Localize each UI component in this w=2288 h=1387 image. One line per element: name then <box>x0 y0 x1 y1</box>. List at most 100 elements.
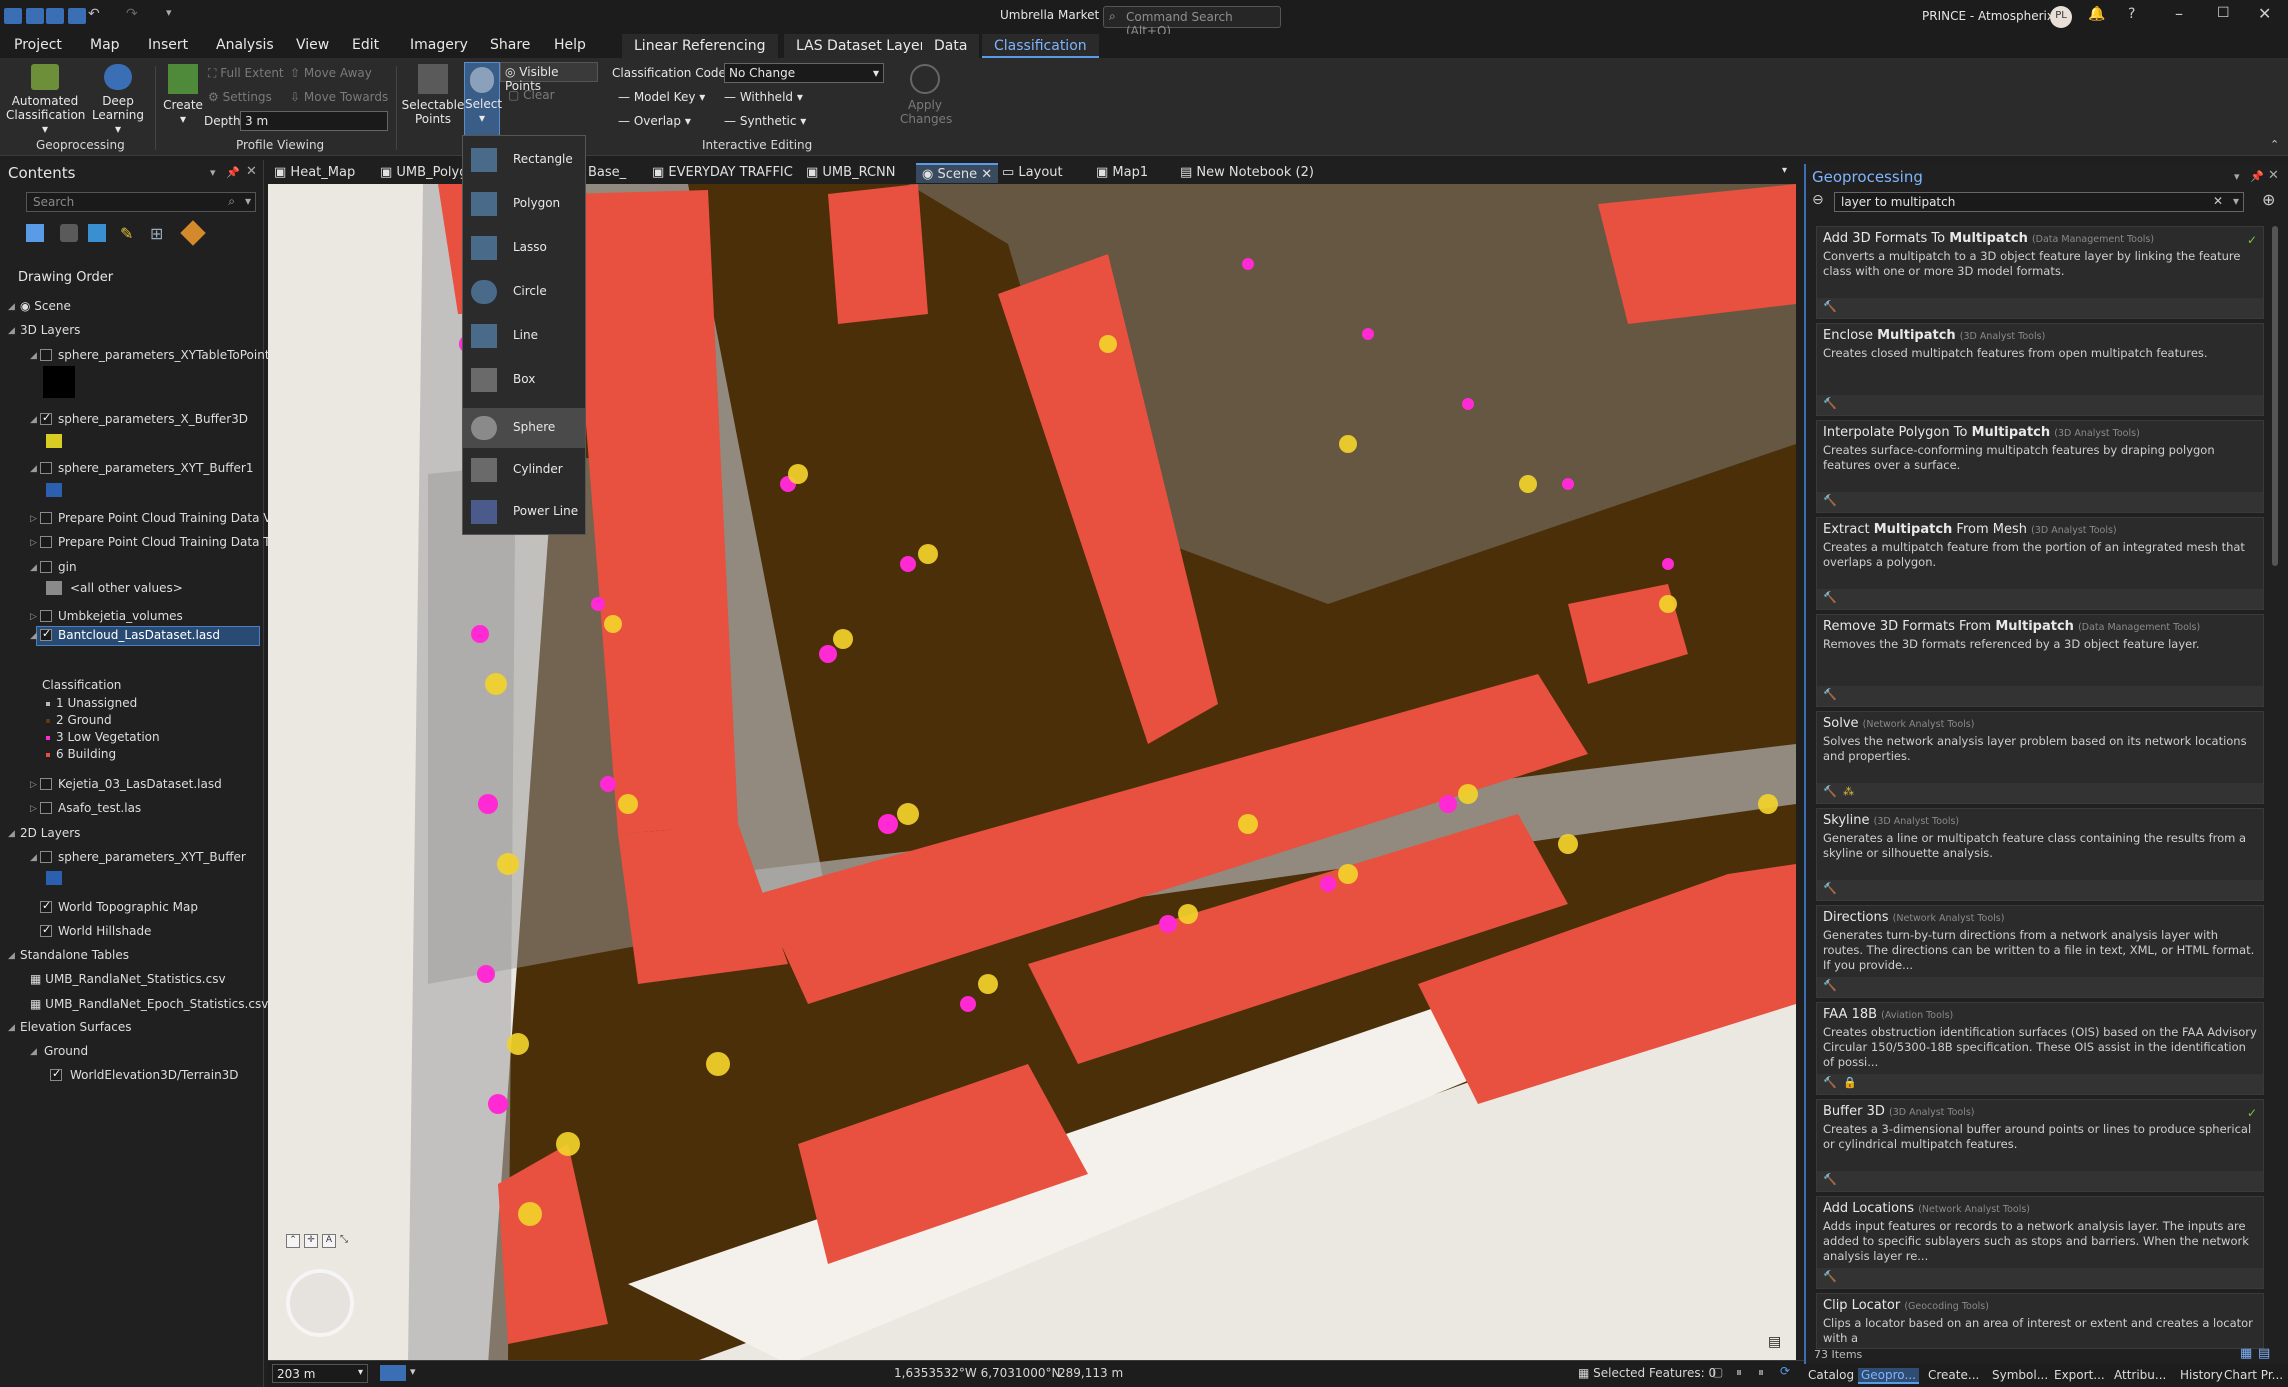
tab-las-dataset-layer[interactable]: LAS Dataset Layer <box>784 34 938 58</box>
model-key-button[interactable]: — Model Key ▾ <box>618 90 705 104</box>
expand-icon[interactable]: ▷ <box>30 514 37 524</box>
clear-search-icon[interactable]: ✕ <box>2213 194 2223 208</box>
tab-help[interactable]: Help <box>554 37 586 53</box>
dock-tab-symbology[interactable]: Symbol... <box>1992 1368 2048 1382</box>
layer-gin[interactable]: gin <box>58 560 77 574</box>
menu-item-box[interactable]: Box <box>463 360 585 400</box>
view-tab-base[interactable]: Base_ <box>588 163 626 183</box>
layer-sphere-x-buffer3d[interactable]: sphere_parameters_X_Buffer3D <box>58 412 248 426</box>
menu-item-lasso[interactable]: Lasso <box>463 228 585 268</box>
classification-code-select[interactable]: No Change ▾ <box>724 63 884 83</box>
view-tab-new-notebook[interactable]: ▤ New Notebook (2) <box>1180 163 1314 183</box>
notifications-icon[interactable]: 🔔 <box>2088 6 2105 22</box>
snapping-icon[interactable]: ⊞ <box>150 224 163 243</box>
layer-world-elevation-terrain[interactable]: WorldElevation3D/Terrain3D <box>70 1068 239 1082</box>
layer-sphere-xyt-buffer1[interactable]: sphere_parameters_XYT_Buffer1 <box>58 461 253 475</box>
chevron-down-icon[interactable]: ▾ <box>410 1365 416 1378</box>
layer-visibility-checkbox[interactable] <box>40 851 52 863</box>
expand-icon[interactable]: ◢ <box>8 302 15 312</box>
tab-analysis[interactable]: Analysis <box>216 37 274 53</box>
dock-tab-catalog[interactable]: Catalog <box>1808 1368 1854 1382</box>
tool-result-add-3d-formats[interactable]: Add 3D Formats To Multipatch (Data Manag… <box>1816 226 2264 319</box>
layer-visibility-checkbox[interactable] <box>40 349 52 361</box>
layer-sphere-xytabletopoint[interactable]: sphere_parameters_XYTableToPoint <box>58 348 270 362</box>
view-tab-layout[interactable]: ▭ Layout <box>1002 163 1063 183</box>
layer-visibility-checkbox[interactable] <box>40 923 52 937</box>
editing-icon[interactable]: ✎ <box>120 224 133 243</box>
table-randlanet-epoch-statistics[interactable]: ▦ UMB_RandlaNet_Epoch_Statistics.csv <box>30 997 268 1011</box>
tab-edit[interactable]: Edit <box>352 37 379 53</box>
expand-icon[interactable]: ◢ <box>8 951 15 961</box>
refresh-icon[interactable]: ⟳ <box>1780 1364 1790 1378</box>
dock-tab-history[interactable]: History <box>2180 1368 2223 1382</box>
menu-item-power-line[interactable]: Power Line <box>463 492 585 532</box>
move-towards-button[interactable]: ⇩ Move Towards <box>290 90 388 104</box>
data-source-icon[interactable] <box>60 224 78 242</box>
dock-tab-export[interactable]: Export... <box>2054 1368 2105 1382</box>
expand-icon[interactable]: ◢ <box>8 326 15 336</box>
refresh-table-icon[interactable]: ▢ <box>1712 1365 1723 1379</box>
tab-insert[interactable]: Insert <box>148 37 188 53</box>
chevron-down-icon[interactable]: ▾ <box>2233 194 2239 208</box>
save-icon[interactable] <box>68 8 86 24</box>
layer-visibility-checkbox[interactable] <box>40 561 52 573</box>
north-arrow-icon[interactable]: A <box>322 1234 336 1248</box>
list-view-icon[interactable]: ▤ <box>2258 1346 2270 1361</box>
collapse-ribbon-icon[interactable]: ⌃ <box>2270 138 2279 151</box>
user-name[interactable]: PRINCE - Atmospherix <box>1922 9 2054 23</box>
layer-visibility-checkbox[interactable] <box>40 462 52 474</box>
view-tab-everyday-traffic[interactable]: ▣ EVERYDAY TRAFFIC <box>652 163 793 183</box>
expand-icon[interactable]: ◢ <box>30 351 37 361</box>
tool-result-add-locations[interactable]: Add Locations (Network Analyst Tools) Add… <box>1816 1196 2264 1289</box>
close-pane-icon[interactable]: ✕ <box>246 164 257 179</box>
select-button[interactable]: Select ▾ <box>464 62 502 136</box>
layer-world-hillshade[interactable]: World Hillshade <box>58 924 151 938</box>
expand-icon[interactable]: ▷ <box>30 612 37 622</box>
close-tab-icon[interactable]: ✕ <box>981 167 992 182</box>
menu-item-polygon[interactable]: Polygon <box>463 184 585 224</box>
expand-icon[interactable]: ◢ <box>30 631 37 641</box>
tool-result-interpolate-polygon[interactable]: Interpolate Polygon To Multipatch (3D An… <box>1816 420 2264 513</box>
view-tab-map1[interactable]: ▣ Map1 <box>1096 163 1148 183</box>
new-project-icon[interactable] <box>26 8 44 24</box>
depth-input[interactable]: 3 m <box>240 111 388 131</box>
layer-prepare-point-cloud-t[interactable]: Prepare Point Cloud Training Data T... <box>58 535 281 549</box>
layer-visibility-checkbox[interactable] <box>50 1067 62 1081</box>
selection-icon[interactable] <box>88 224 106 242</box>
layer-visibility-checkbox[interactable] <box>40 536 52 548</box>
layer-kejetia-lasdataset[interactable]: Kejetia_03_LasDataset.lasd <box>58 777 222 791</box>
synthetic-button[interactable]: — Synthetic ▾ <box>724 114 806 128</box>
overlap-button[interactable]: — Overlap ▾ <box>618 114 691 128</box>
apply-changes-button[interactable]: Apply Changes <box>900 64 952 126</box>
dock-tab-create-features[interactable]: Create... <box>1928 1368 1979 1382</box>
expand-icon[interactable]: ▷ <box>30 780 37 790</box>
dock-tab-attributes[interactable]: Attribu... <box>2114 1368 2166 1382</box>
dock-tab-chart-properties[interactable]: Chart Pr... <box>2224 1368 2283 1382</box>
view-tab-heat-map[interactable]: ▣ Heat_Map <box>274 163 355 183</box>
tab-list-dropdown-icon[interactable]: ▾ <box>1782 163 1787 183</box>
expand-icon[interactable]: ▷ <box>30 538 37 548</box>
tool-result-remove-3d-formats[interactable]: Remove 3D Formats From Multipatch (Data … <box>1816 614 2264 707</box>
navigator-up-icon[interactable]: ⌃ <box>286 1234 300 1248</box>
expand-icon[interactable]: ◢ <box>30 1047 37 1057</box>
tool-result-solve[interactable]: Solve (Network Analyst Tools) Solves the … <box>1816 711 2264 804</box>
clear-button[interactable]: ▢ Clear <box>508 88 555 102</box>
expand-icon[interactable]: ◢ <box>8 829 15 839</box>
layer-world-topographic-map[interactable]: World Topographic Map <box>58 900 198 914</box>
tab-map[interactable]: Map <box>90 37 120 53</box>
back-icon[interactable]: ⊖ <box>1812 192 1824 208</box>
layer-visibility-checkbox[interactable] <box>40 802 52 814</box>
pane-options-icon[interactable]: ▾ <box>210 166 216 179</box>
view-tab-umb-rcnn[interactable]: ▣ UMB_RCNN <box>806 163 895 183</box>
menu-item-cylinder[interactable]: Cylinder <box>463 450 585 490</box>
geoprocessing-search-input[interactable]: layer to multipatch ✕ ▾ <box>1834 192 2244 212</box>
pin-icon[interactable]: 📌 <box>2250 170 2264 183</box>
tab-imagery[interactable]: Imagery <box>410 37 468 53</box>
tool-result-directions[interactable]: Directions (Network Analyst Tools) Genera… <box>1816 905 2264 998</box>
tool-result-enclose-multipatch[interactable]: Enclose Multipatch (3D Analyst Tools) Cre… <box>1816 323 2264 416</box>
withheld-button[interactable]: — Withheld ▾ <box>724 90 803 104</box>
scrollbar[interactable] <box>2272 226 2278 566</box>
tab-classification[interactable]: Classification <box>982 34 1099 58</box>
layers-2d-group[interactable]: 2D Layers <box>20 826 80 840</box>
tool-result-faa-18b[interactable]: FAA 18B (Aviation Tools) Creates obstruct… <box>1816 1002 2264 1095</box>
